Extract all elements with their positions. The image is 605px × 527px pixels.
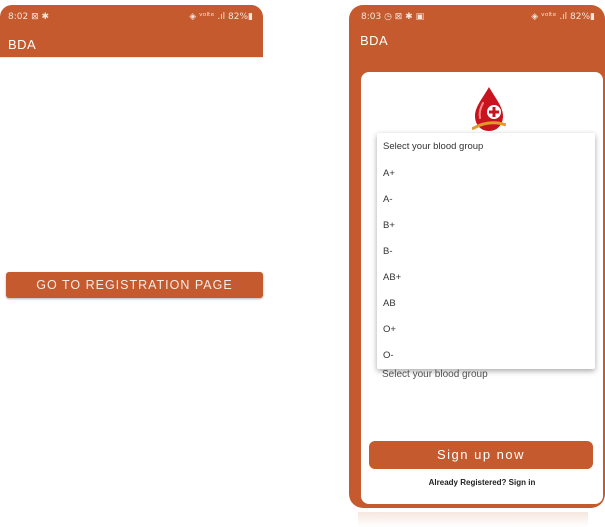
dropdown-option-ab[interactable]: AB [383, 298, 396, 309]
dropdown-option-ab-pos[interactable]: AB+ [383, 272, 401, 283]
status-icons: ◈ ᵛᵒˡᵗᵉ .ıl 82%▮ [531, 12, 595, 22]
status-time: 8:02 ⊠ ✱ [8, 12, 50, 22]
blood-drop-logo-icon [472, 87, 506, 131]
app-title: BDA [8, 37, 37, 52]
status-time: 8:03 ◷ ⊠ ✱ ▣ [361, 12, 425, 22]
sign-up-button[interactable]: Sign up now [369, 441, 593, 469]
go-to-registration-button[interactable]: GO TO REGISTRATION PAGE [6, 272, 263, 298]
sign-in-link[interactable]: Already Registered? Sign in [361, 478, 603, 487]
dropdown-option-a-neg[interactable]: A- [383, 194, 393, 205]
dropdown-option-o-pos[interactable]: O+ [383, 324, 396, 335]
app-title: BDA [360, 33, 389, 48]
dropdown-option-a-pos[interactable]: A+ [383, 168, 395, 179]
dropdown-option-b-neg[interactable]: B- [383, 246, 393, 257]
app-bar: 8:02 ⊠ ✱ ◈ ᵛᵒˡᵗᵉ .ıl 82%▮ BDA [0, 5, 263, 57]
dropdown-option-b-pos[interactable]: B+ [383, 220, 395, 231]
status-icons: ◈ ᵛᵒˡᵗᵉ .ıl 82%▮ [189, 12, 253, 22]
status-bar: 8:03 ◷ ⊠ ✱ ▣ ◈ ᵛᵒˡᵗᵉ .ıl 82%▮ [349, 5, 605, 25]
blood-group-dropdown: Select your blood group A+ A- B+ B- AB+ … [377, 133, 595, 369]
dropdown-option-o-neg[interactable]: O- [383, 350, 394, 361]
status-bar: 8:02 ⊠ ✱ ◈ ᵛᵒˡᵗᵉ .ıl 82%▮ [0, 5, 263, 25]
screen-reflection [358, 512, 588, 527]
registration-landing-screen: 8:02 ⊠ ✱ ◈ ᵛᵒˡᵗᵉ .ıl 82%▮ BDA GO TO REGI… [0, 0, 263, 527]
dropdown-header[interactable]: Select your blood group [383, 141, 483, 152]
blood-group-field[interactable]: Select your blood group [382, 369, 488, 380]
